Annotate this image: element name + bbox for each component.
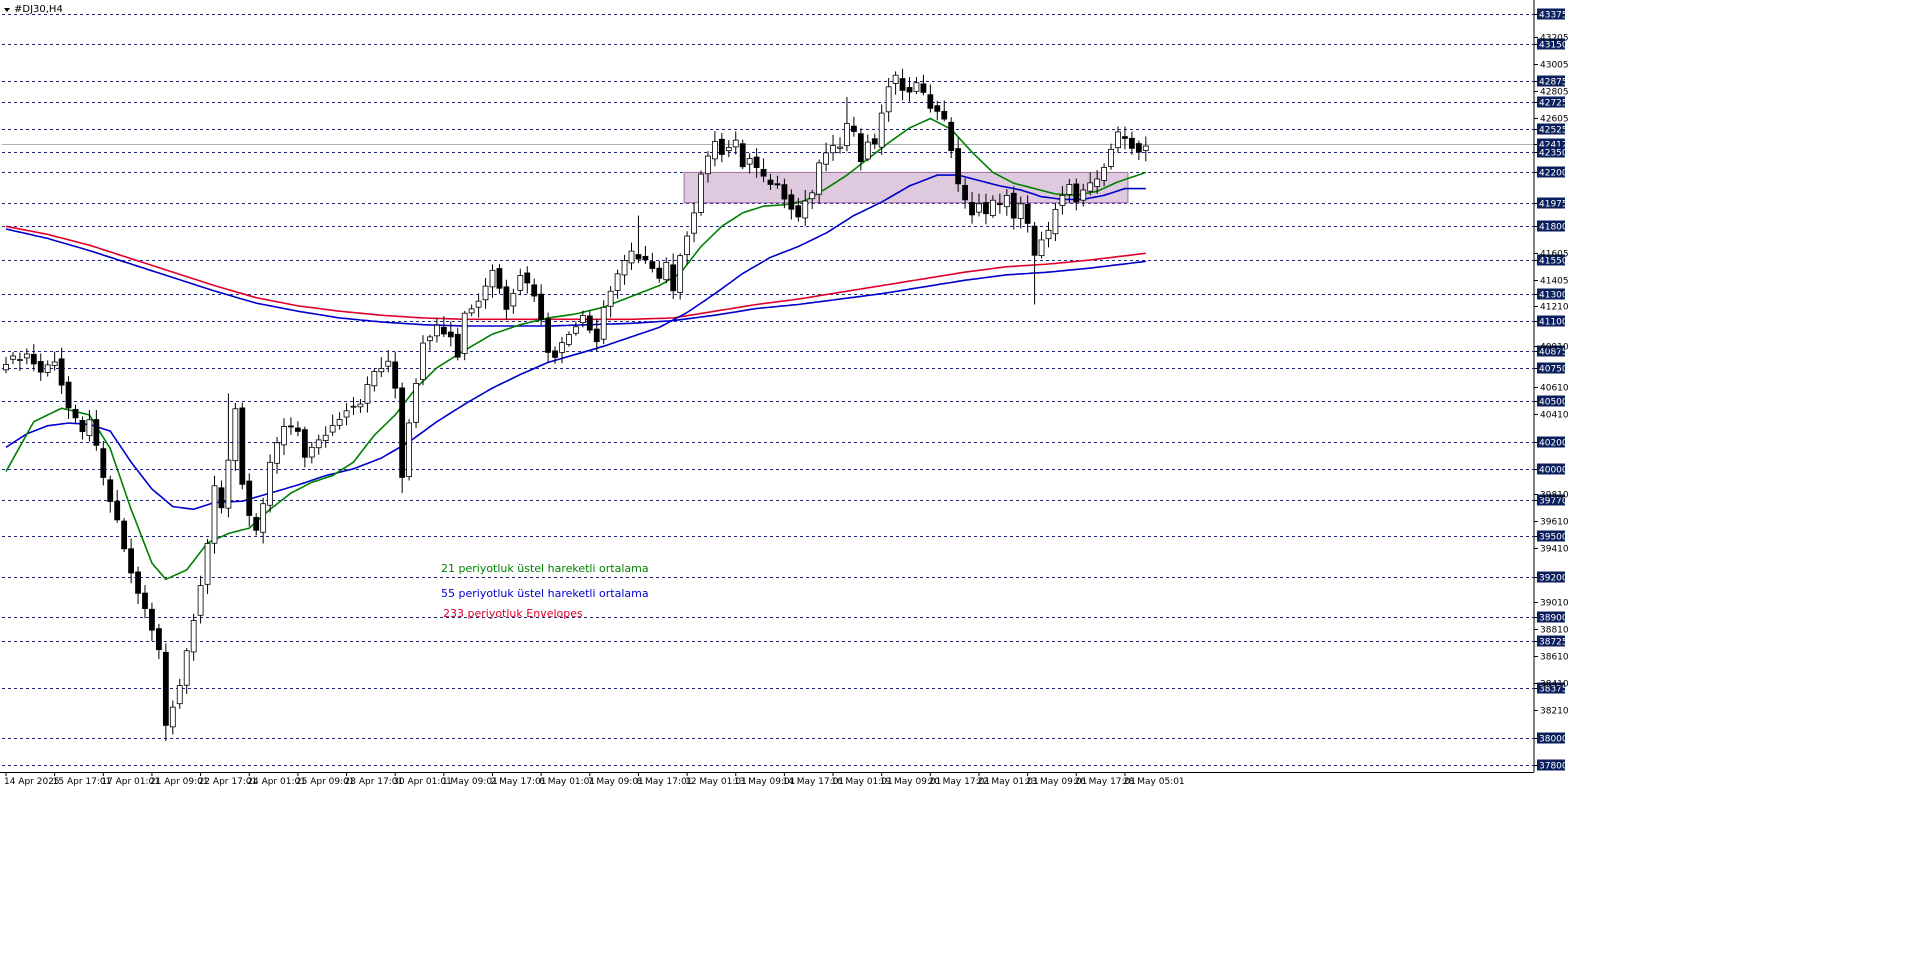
price-label-minor: 39610 bbox=[1540, 518, 1569, 528]
price-label: 40200 bbox=[1539, 439, 1568, 449]
chart-window: 43375 43150 42875 42725 42525 42412 42350 42200… bbox=[0, 0, 1916, 963]
time-label: 2 May 17:01 bbox=[491, 777, 547, 787]
price-label: 42725 bbox=[1539, 99, 1568, 109]
price-label: 40500 bbox=[1539, 398, 1568, 408]
price-label: 41975 bbox=[1539, 200, 1568, 210]
candle bbox=[239, 402, 246, 490]
candle bbox=[677, 253, 684, 300]
time-label: 28 May 05:01 bbox=[1123, 777, 1185, 787]
candle bbox=[121, 517, 128, 553]
price-label: 41100 bbox=[1539, 318, 1568, 328]
price-label: 40750 bbox=[1539, 365, 1568, 375]
price-label: 40000 bbox=[1539, 466, 1568, 476]
price-label: 41800 bbox=[1539, 223, 1568, 233]
legend-item-ema21: 21 periyotluk üstel hareketli ortalama bbox=[441, 562, 649, 575]
price-label: 38725 bbox=[1539, 638, 1568, 648]
time-label: 14 Apr 2025 bbox=[4, 777, 60, 787]
price-label-minor: 41605 bbox=[1540, 250, 1569, 260]
candle bbox=[267, 454, 274, 513]
price-label-minor: 42605 bbox=[1540, 115, 1569, 125]
price-label-minor: 41210 bbox=[1540, 303, 1569, 313]
price-label: 42350 bbox=[1539, 149, 1568, 159]
price-label-minor: 40910 bbox=[1540, 343, 1569, 353]
time-label: 7 May 09:01 bbox=[588, 777, 644, 787]
price-axis: 4337543150428754272542525424124235042200… bbox=[1533, 0, 1569, 772]
candle bbox=[698, 170, 704, 216]
price-label-minor: 39410 bbox=[1540, 545, 1569, 555]
time-label: 1 May 09:01 bbox=[442, 777, 498, 787]
candle bbox=[211, 475, 218, 554]
price-label: 39500 bbox=[1539, 533, 1568, 543]
price-label: 38900 bbox=[1539, 614, 1568, 624]
price-label-minor: 38810 bbox=[1540, 626, 1569, 636]
candle bbox=[461, 311, 468, 361]
price-label: 39200 bbox=[1539, 574, 1568, 584]
candle bbox=[399, 382, 406, 494]
time-label: 8 May 17:01 bbox=[636, 777, 692, 787]
price-label-minor: 40610 bbox=[1540, 384, 1569, 394]
candle bbox=[420, 335, 426, 386]
price-label: 43375 bbox=[1539, 11, 1568, 21]
price-label-minor: 41405 bbox=[1540, 277, 1569, 287]
candle bbox=[739, 139, 746, 170]
price-label-minor: 42805 bbox=[1540, 88, 1569, 98]
candle bbox=[406, 419, 413, 481]
price-label-minor: 38410 bbox=[1540, 680, 1569, 690]
candle bbox=[413, 378, 419, 428]
price-label: 37800 bbox=[1539, 762, 1568, 772]
price-label-minor: 43005 bbox=[1540, 61, 1569, 71]
price-label-minor: 43205 bbox=[1540, 34, 1569, 44]
symbol-title: #DJ30,H4 bbox=[14, 4, 63, 15]
price-label: 38000 bbox=[1539, 735, 1568, 745]
price-label: 42525 bbox=[1539, 126, 1568, 136]
time-label: 6 May 01:01 bbox=[539, 777, 595, 787]
legend-item-env233: 233 periyotluk Envelopes bbox=[443, 607, 583, 620]
price-label-minor: 39010 bbox=[1540, 599, 1569, 609]
price-label: 42875 bbox=[1539, 78, 1568, 88]
price-label: 42200 bbox=[1539, 169, 1568, 179]
price-label: 41300 bbox=[1539, 291, 1568, 301]
legend-item-ema55: 55 periyotluk üstel hareketli ortalama bbox=[441, 587, 649, 600]
price-label-minor: 38210 bbox=[1540, 707, 1569, 717]
price-label-minor: 39810 bbox=[1540, 491, 1569, 501]
price-label-minor: 38610 bbox=[1540, 653, 1569, 663]
candle bbox=[232, 402, 239, 471]
price-label-minor: 40410 bbox=[1540, 411, 1569, 421]
price-chart[interactable]: 4337543150428754272542525424124235042200… bbox=[0, 0, 1916, 963]
